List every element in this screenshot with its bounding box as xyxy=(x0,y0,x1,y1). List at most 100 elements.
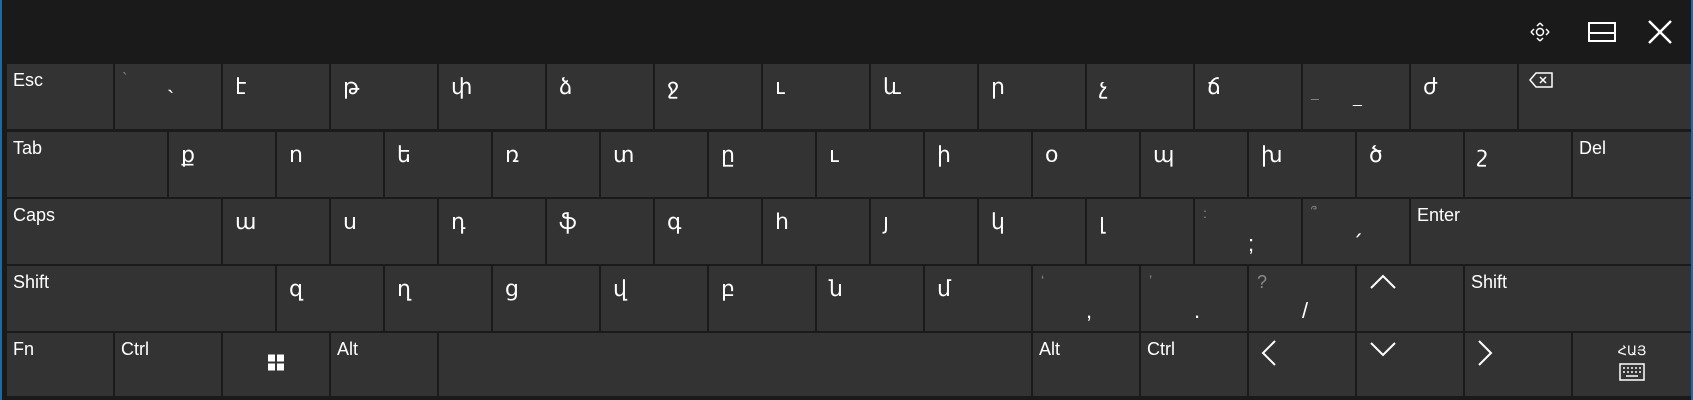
letter-key-label: ղ xyxy=(397,276,411,301)
letter-key[interactable]: ի xyxy=(925,132,1031,197)
letter-key-label: ռ xyxy=(505,142,520,167)
shift-left-key[interactable]: Shift xyxy=(7,266,275,331)
letter-key[interactable]: ն xyxy=(817,266,923,331)
alt-right-key[interactable]: Alt xyxy=(1033,333,1139,396)
enter-label: Enter xyxy=(1417,205,1461,225)
letter-key-label: չ xyxy=(1099,74,1108,99)
letter-key[interactable]: պ xyxy=(1141,132,1247,197)
chevron-right-icon xyxy=(1477,339,1493,372)
close-icon[interactable] xyxy=(1638,12,1682,52)
letter-key[interactable]: է xyxy=(223,64,329,129)
chevron-left-icon xyxy=(1261,339,1277,372)
letter-key[interactable]: ը xyxy=(709,132,815,197)
arrow-right-key[interactable] xyxy=(1465,333,1571,396)
letter-key[interactable]: կ xyxy=(979,199,1085,264)
esc-key[interactable]: Esc xyxy=(7,64,113,129)
slash-key[interactable]: ? / xyxy=(1249,266,1355,331)
letter-key[interactable]: չ xyxy=(1087,64,1193,129)
letter-key[interactable]: ւ xyxy=(817,132,923,197)
letter-key-label: վ xyxy=(613,276,627,301)
letter-key[interactable]: ծ xyxy=(1357,132,1463,197)
letter-key-label: ր xyxy=(991,74,1005,99)
letter-key[interactable]: զ xyxy=(277,266,383,331)
letter-key-label: ը xyxy=(721,142,735,167)
letter-key-label: մ xyxy=(937,276,951,301)
quote-base-label: ՛ xyxy=(1356,231,1362,256)
letter-key[interactable]: և xyxy=(871,64,977,129)
letter-key-label: և xyxy=(883,74,901,99)
letter-key-label: ո xyxy=(289,142,303,167)
letter-key-label: ջ xyxy=(667,74,680,99)
underscore-base-label: _ xyxy=(1353,90,1362,107)
letter-key[interactable]: տ xyxy=(601,132,707,197)
letter-key[interactable]: օ xyxy=(1033,132,1139,197)
letter-key[interactable]: ո xyxy=(277,132,383,197)
del-key[interactable]: Del xyxy=(1573,132,1691,197)
letter-key-label: պ xyxy=(1153,142,1175,167)
letter-key[interactable]: փ xyxy=(439,64,545,129)
fn-label: Fn xyxy=(13,339,35,359)
move-icon[interactable] xyxy=(1518,12,1562,52)
letter-key[interactable]: ֆ xyxy=(547,199,653,264)
letter-key-label: տ xyxy=(613,142,635,167)
letter-key-label: շ xyxy=(1477,142,1488,167)
letter-key[interactable]: ճ xyxy=(1195,64,1301,129)
letter-key[interactable]: ս xyxy=(331,199,437,264)
letter-key[interactable]: ւ xyxy=(763,64,869,129)
alt-left-key[interactable]: Alt xyxy=(331,333,437,396)
letter-key[interactable]: բ xyxy=(709,266,815,331)
semicolon-base-label: ; xyxy=(1248,231,1255,256)
tab-key[interactable]: Tab xyxy=(7,132,167,197)
underscore-key[interactable]: _ _ xyxy=(1303,64,1409,129)
shift-right-key[interactable]: Shift xyxy=(1465,266,1691,331)
arrow-up-key[interactable] xyxy=(1357,266,1463,331)
letter-key[interactable]: գ xyxy=(655,199,761,264)
letter-key[interactable]: մ xyxy=(925,266,1031,331)
letter-key[interactable]: դ xyxy=(439,199,545,264)
arrow-down-key[interactable] xyxy=(1357,333,1463,396)
arrow-left-key[interactable] xyxy=(1249,333,1355,396)
touch-keyboard: Esc ՝ ` է թ փ ձ ջ ւ և ր չ ճ _ _ ժ Tab ք ո … xyxy=(0,0,1693,400)
windows-key[interactable] xyxy=(223,333,329,396)
letter-key[interactable]: ռ xyxy=(493,132,599,197)
semicolon-shift-label: : xyxy=(1203,205,1207,221)
ctrl-right-key[interactable]: Ctrl xyxy=(1141,333,1247,396)
letter-key[interactable]: վ xyxy=(601,266,707,331)
semicolon-key[interactable]: :; xyxy=(1195,199,1301,264)
letter-key[interactable]: ձ xyxy=(547,64,653,129)
period-base-label: . xyxy=(1194,298,1201,323)
letter-key[interactable]: շ xyxy=(1465,132,1571,197)
letter-key-label: ա xyxy=(235,209,257,234)
caps-key[interactable]: Caps xyxy=(7,199,221,264)
letter-key[interactable]: ե xyxy=(385,132,491,197)
dock-icon[interactable] xyxy=(1580,12,1624,52)
letter-key[interactable]: խ xyxy=(1249,132,1355,197)
backtick-key[interactable]: ՝ ` xyxy=(115,64,221,129)
alt-left-label: Alt xyxy=(337,339,359,359)
letter-key[interactable]: ժ xyxy=(1411,64,1517,129)
letter-key[interactable]: լ xyxy=(1087,199,1193,264)
del-label: Del xyxy=(1579,138,1607,158)
windows-icon xyxy=(268,354,284,375)
letter-key[interactable]: ղ xyxy=(385,266,491,331)
letter-key-label: ս xyxy=(343,209,357,234)
period-key[interactable]: ’. xyxy=(1141,266,1247,331)
comma-key[interactable]: ‘, xyxy=(1033,266,1139,331)
quote-key[interactable]: ՞ ՛ xyxy=(1303,199,1409,264)
letter-key[interactable]: թ xyxy=(331,64,437,129)
letter-key[interactable]: հ xyxy=(763,199,869,264)
letter-key[interactable]: ա xyxy=(223,199,329,264)
language-key[interactable]: ՀԱՅ xyxy=(1573,333,1691,396)
caps-label: Caps xyxy=(13,205,56,225)
letter-key[interactable]: ր xyxy=(979,64,1085,129)
space-key[interactable] xyxy=(439,333,1031,396)
letter-key[interactable]: ջ xyxy=(655,64,761,129)
ctrl-left-key[interactable]: Ctrl xyxy=(115,333,221,396)
letter-key-label: խ xyxy=(1261,142,1283,167)
fn-key[interactable]: Fn xyxy=(7,333,113,396)
letter-key[interactable]: ց xyxy=(493,266,599,331)
backspace-key[interactable] xyxy=(1519,64,1691,129)
letter-key[interactable]: ք xyxy=(169,132,275,197)
enter-key[interactable]: Enter xyxy=(1411,199,1691,264)
letter-key[interactable]: յ xyxy=(871,199,977,264)
